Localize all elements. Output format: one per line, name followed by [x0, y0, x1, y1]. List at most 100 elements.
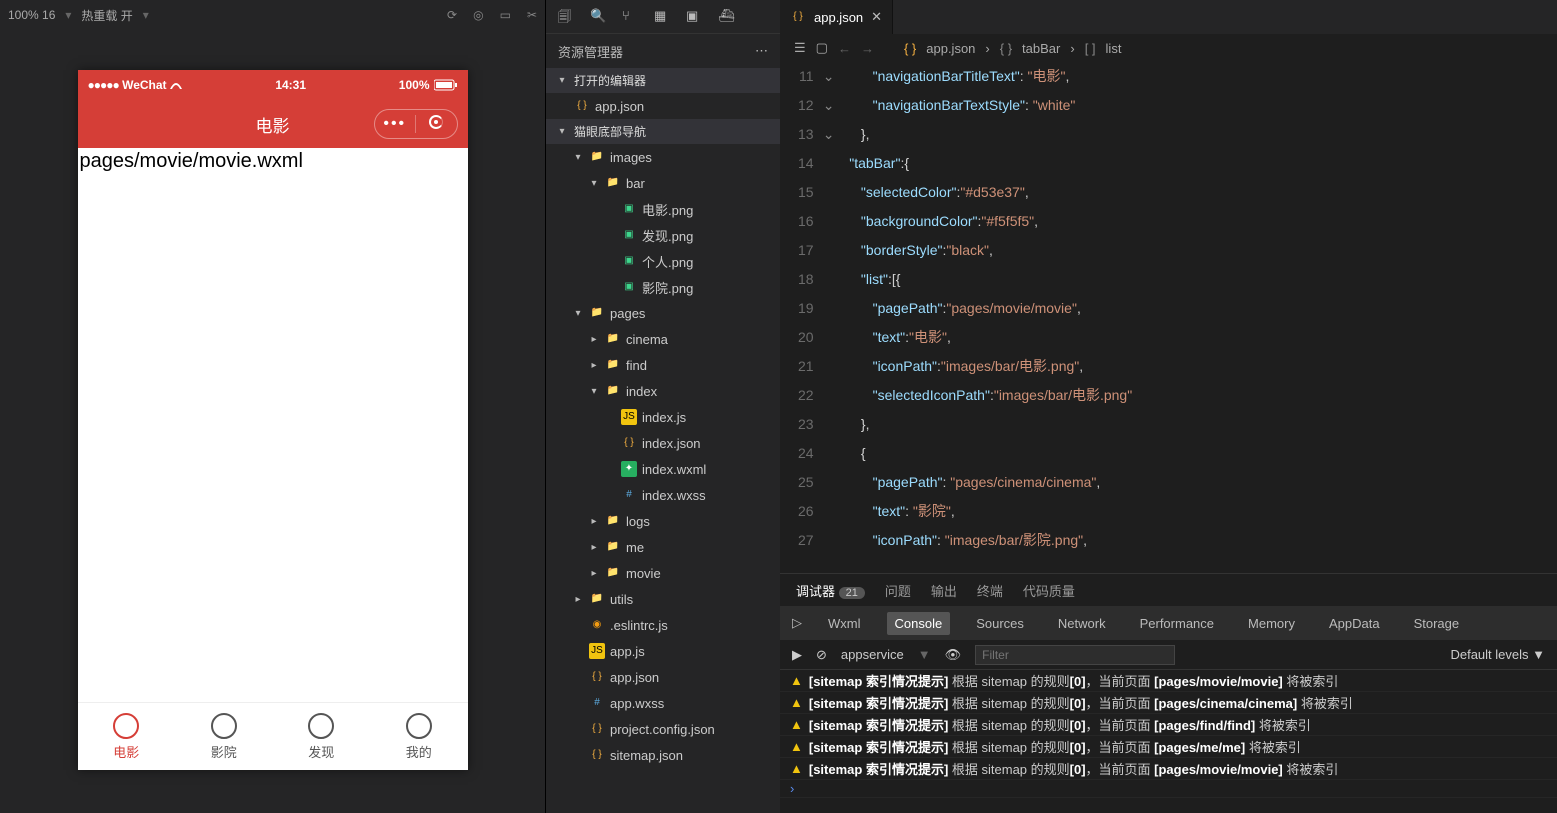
panel-tabs: 调试器 21 问题 输出 终端 代码质量 [780, 574, 1557, 606]
wechat-simulator: ●●●●● WeChat 14:31 100% 电影 ••• pages/mov… [78, 70, 468, 770]
tree-folder[interactable]: 📁images [546, 144, 780, 170]
console-toolbar: ▶ ⊘ appservice▼ 👁 Default levels ▼ [780, 640, 1557, 670]
more-icon[interactable]: ⋯ [755, 43, 768, 59]
panel-tab[interactable]: 输出 [931, 581, 957, 600]
tree-file[interactable]: ▣电影.png [546, 196, 780, 222]
devtool-tabs: ▷ Wxml Console Sources Network Performance Me… [780, 606, 1557, 640]
close-target-icon [416, 115, 457, 134]
nav-bar: 电影 ••• [78, 100, 468, 148]
search-icon[interactable]: 🔍 [590, 8, 608, 26]
tree-file[interactable]: ◉.eslintrc.js [546, 612, 780, 638]
grid-icon[interactable]: ▦ [654, 8, 672, 26]
editor-pane: { } app.json ✕ ☰ ▢ ← → { }app.json› { }t… [780, 0, 1557, 813]
tabbar-item[interactable]: 我的 [370, 703, 468, 770]
tree-file[interactable]: JSapp.js [546, 638, 780, 664]
nav-fwd-icon[interactable]: → [861, 41, 874, 56]
tree-folder[interactable]: 📁cinema [546, 326, 780, 352]
devtool-tab[interactable]: Performance [1132, 612, 1222, 635]
tree-file[interactable]: { }app.json [546, 664, 780, 690]
editor-tabs: { } app.json ✕ [780, 0, 1557, 34]
tab-app-json[interactable]: { } app.json ✕ [780, 0, 893, 34]
explorer-pane: 🗐 🔍 ⑂ ▦ ▣ ⛴ 资源管理器 ⋯ 打开的编辑器 { }app.json 猫… [545, 0, 780, 813]
devtool-tab[interactable]: Console [887, 612, 951, 635]
breadcrumb[interactable]: ☰ ▢ ← → { }app.json› { }tabBar› [ ]list [780, 34, 1557, 62]
devtool-tab[interactable]: Wxml [820, 612, 869, 635]
code-editor[interactable]: 1112131415161718192021222324252627 ⌄⌄⌄ "… [780, 62, 1557, 573]
eye-icon[interactable]: 👁 [945, 647, 962, 663]
warning-icon: ▲ [790, 739, 803, 754]
close-icon[interactable]: ✕ [871, 9, 882, 25]
page-body[interactable]: pages/movie/movie.wxml [78, 148, 468, 702]
tree-file[interactable]: { }sitemap.json [546, 742, 780, 768]
tree-file[interactable]: ▣发现.png [546, 222, 780, 248]
tree-file[interactable]: ✦index.wxml [546, 456, 780, 482]
save-icon[interactable]: ▣ [686, 8, 704, 26]
tab-icon [113, 713, 139, 739]
tabbar-item[interactable]: 影院 [175, 703, 273, 770]
panel-tab[interactable]: 代码质量 [1023, 581, 1075, 600]
cut-icon[interactable]: ✂ [527, 8, 537, 22]
context-select[interactable]: appservice [841, 647, 904, 662]
panel-tab[interactable]: 问题 [885, 581, 911, 600]
tree-folder[interactable]: 📁pages [546, 300, 780, 326]
run-icon[interactable]: ▷ [792, 615, 802, 631]
json-icon: { } [790, 9, 806, 25]
tree-folder[interactable]: 📁utils [546, 586, 780, 612]
tree-file[interactable]: { }project.config.json [546, 716, 780, 742]
hot-reload-toggle[interactable]: 热重载 开 [81, 7, 132, 24]
tab-icon [308, 713, 334, 739]
tree-file[interactable]: #app.wxss [546, 690, 780, 716]
devtool-tab[interactable]: Storage [1406, 612, 1468, 635]
devtool-tab[interactable]: Sources [968, 612, 1032, 635]
warning-icon: ▲ [790, 695, 803, 710]
zoom-level[interactable]: 100% 16 [8, 8, 55, 22]
bookmark-icon[interactable]: ▢ [816, 40, 828, 56]
project-section[interactable]: 猫眼底部导航 [546, 119, 780, 144]
tabbar-item[interactable]: 发现 [273, 703, 371, 770]
simulator-pane: 100% 16 ▾ 热重载 开 ▾ ⟳ ◎ ▭ ✂ ●●●●● WeChat 1… [0, 0, 545, 813]
nav-back-icon[interactable]: ← [838, 41, 851, 56]
tree-folder[interactable]: 📁index [546, 378, 780, 404]
panel-tab[interactable]: 调试器 21 [796, 581, 865, 600]
devtool-tab[interactable]: Network [1050, 612, 1114, 635]
branch-icon[interactable]: ⑂ [622, 8, 640, 26]
levels-select[interactable]: Default levels ▼ [1450, 647, 1545, 662]
tree-file[interactable]: JSindex.js [546, 404, 780, 430]
tree-file[interactable]: #index.wxss [546, 482, 780, 508]
tree-folder[interactable]: 📁movie [546, 560, 780, 586]
tab-icon [211, 713, 237, 739]
clear-icon[interactable]: ⊘ [816, 647, 827, 663]
tree-folder[interactable]: 📁find [546, 352, 780, 378]
devtool-tab[interactable]: AppData [1321, 612, 1388, 635]
tab-icon [406, 713, 432, 739]
console-output[interactable]: ▲[sitemap 索引情况提示] 根据 sitemap 的规则[0]，当前页面… [780, 670, 1557, 813]
list-icon[interactable]: ☰ [794, 40, 806, 56]
sim-toolbar: 100% 16 ▾ 热重载 开 ▾ ⟳ ◎ ▭ ✂ [0, 0, 545, 30]
filter-input[interactable] [975, 645, 1175, 665]
docker-icon[interactable]: ⛴ [718, 8, 736, 26]
files-icon[interactable]: 🗐 [558, 8, 576, 26]
tree-folder[interactable]: 📁me [546, 534, 780, 560]
tree-file[interactable]: ▣个人.png [546, 248, 780, 274]
tree-file[interactable]: { }index.json [546, 430, 780, 456]
tabbar-item[interactable]: 电影 [78, 703, 176, 770]
tree-file[interactable]: ▣影院.png [546, 274, 780, 300]
tree-folder[interactable]: 📁bar [546, 170, 780, 196]
explorer-title: 资源管理器 [558, 42, 623, 61]
open-editors-section[interactable]: 打开的编辑器 [546, 68, 780, 93]
page-title: 电影 [256, 112, 290, 137]
device-icon[interactable]: ▭ [500, 8, 511, 22]
warning-icon: ▲ [790, 717, 803, 732]
status-bar: ●●●●● WeChat 14:31 100% [78, 70, 468, 100]
panel-tab[interactable]: 终端 [977, 581, 1003, 600]
play-icon[interactable]: ▶ [792, 647, 802, 663]
stop-icon[interactable]: ◎ [473, 8, 483, 22]
capsule-button[interactable]: ••• [374, 109, 458, 139]
tree-folder[interactable]: 📁logs [546, 508, 780, 534]
menu-icon: ••• [375, 115, 417, 133]
warning-icon: ▲ [790, 673, 803, 688]
open-editor-file[interactable]: { }app.json [546, 93, 780, 119]
refresh-icon[interactable]: ⟳ [447, 8, 457, 22]
bottom-panel: 调试器 21 问题 输出 终端 代码质量 ▷ Wxml Console Sources Net… [780, 573, 1557, 813]
devtool-tab[interactable]: Memory [1240, 612, 1303, 635]
